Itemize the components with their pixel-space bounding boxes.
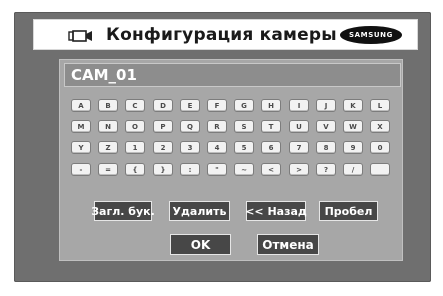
keyboard-key[interactable]: B <box>98 99 118 112</box>
keyboard-key[interactable]: > <box>289 163 309 176</box>
keyboard-key[interactable]: X <box>370 120 390 133</box>
keyboard-key[interactable]: V <box>316 120 336 133</box>
keyboard-key[interactable]: D <box>153 99 173 112</box>
cancel-button[interactable]: Отмена <box>257 234 319 255</box>
keyboard-key[interactable]: W <box>343 120 363 133</box>
keyboard-key[interactable]: P <box>153 120 173 133</box>
keyboard-key[interactable]: M <box>71 120 91 133</box>
keyboard-key[interactable]: K <box>343 99 363 112</box>
keyboard-key[interactable]: E <box>180 99 200 112</box>
space-button[interactable]: Пробел <box>319 201 378 221</box>
keyboard-key[interactable]: 1 <box>125 141 145 154</box>
keyboard-key[interactable]: 7 <box>289 141 309 154</box>
keyboard-key[interactable]: 6 <box>261 141 281 154</box>
keyboard-key[interactable]: J <box>316 99 336 112</box>
keyboard-key[interactable]: N <box>98 120 118 133</box>
camera-name-input[interactable]: CAM_01 <box>64 63 401 87</box>
keyboard-key[interactable]: T <box>261 120 281 133</box>
keyboard-key[interactable]: " <box>207 163 227 176</box>
keyboard-key[interactable]: ? <box>316 163 336 176</box>
caps-button[interactable]: Загл. бук. <box>91 201 155 221</box>
keyboard-key[interactable]: F <box>207 99 227 112</box>
keyboard-key[interactable]: 4 <box>207 141 227 154</box>
title-bar: Конфигурация камеры SAMSUNG <box>33 19 418 50</box>
keyboard-key[interactable]: 3 <box>180 141 200 154</box>
back-button[interactable]: << Назад <box>245 201 307 221</box>
keyboard-key[interactable] <box>370 163 390 176</box>
keyboard-key[interactable]: / <box>343 163 363 176</box>
keyboard-key[interactable]: 2 <box>153 141 173 154</box>
keyboard-key[interactable]: R <box>207 120 227 133</box>
camera-icon <box>68 30 92 42</box>
keyboard-key[interactable]: } <box>153 163 173 176</box>
keyboard-key[interactable]: : <box>180 163 200 176</box>
keyboard-key[interactable]: Q <box>180 120 200 133</box>
keyboard-key[interactable]: G <box>234 99 254 112</box>
keyboard-key[interactable]: ~ <box>234 163 254 176</box>
samsung-logo: SAMSUNG <box>340 26 402 44</box>
keyboard-key[interactable]: A <box>71 99 91 112</box>
keyboard-key[interactable]: O <box>125 120 145 133</box>
keyboard-key[interactable]: Y <box>71 141 91 154</box>
keyboard-key[interactable]: 0 <box>370 141 390 154</box>
keyboard-panel <box>59 59 403 261</box>
keyboard-key[interactable]: - <box>71 163 91 176</box>
keyboard-key[interactable]: < <box>261 163 281 176</box>
keyboard-key[interactable]: I <box>289 99 309 112</box>
keyboard-key[interactable]: S <box>234 120 254 133</box>
keyboard-key[interactable]: 9 <box>343 141 363 154</box>
keyboard-key[interactable]: 8 <box>316 141 336 154</box>
keyboard-key[interactable]: C <box>125 99 145 112</box>
keyboard-key[interactable]: = <box>98 163 118 176</box>
delete-button[interactable]: Удалить <box>169 201 230 221</box>
page-title: Конфигурация камеры <box>106 25 337 45</box>
ok-button[interactable]: OK <box>170 234 231 255</box>
keyboard-key[interactable]: { <box>125 163 145 176</box>
keyboard-key[interactable]: H <box>261 99 281 112</box>
keyboard-key[interactable]: 5 <box>234 141 254 154</box>
keyboard-key[interactable]: Z <box>98 141 118 154</box>
keyboard-key[interactable]: L <box>370 99 390 112</box>
keyboard-key[interactable]: U <box>289 120 309 133</box>
